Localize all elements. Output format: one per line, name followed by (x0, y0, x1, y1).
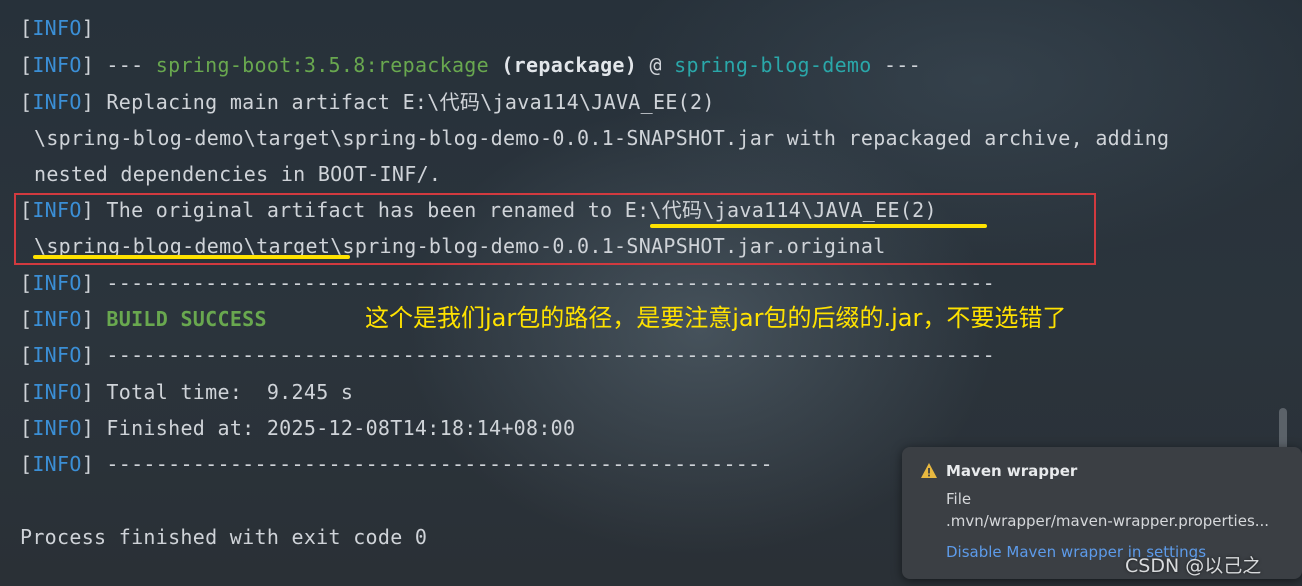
console-line: [INFO] --- spring-boot:3.5.8:repackage (… (20, 53, 921, 77)
console-line: nested dependencies in BOOT-INF/. (34, 162, 442, 186)
console-line: [INFO] Total time: 9.245 s (20, 380, 354, 404)
notification-message: File (946, 490, 972, 508)
console-line: [INFO] ---------------------------------… (20, 343, 995, 367)
console-line: [INFO] BUILD SUCCESS (20, 307, 267, 331)
warning-icon (921, 463, 937, 478)
path-underline (650, 224, 987, 228)
notification-file-path: .mvn/wrapper/maven-wrapper.properties... (946, 512, 1270, 530)
console-line: [INFO] ---------------------------------… (20, 452, 773, 476)
console-line: [INFO] ---------------------------------… (20, 271, 995, 295)
annotation-text: 这个是我们jar包的路径，是要注意jar包的后缀的.jar，不要选错了 (365, 304, 1067, 332)
csdn-watermark: CSDN @以己之 (1125, 555, 1262, 577)
exit-code-line: Process finished with exit code 0 (20, 525, 428, 549)
path-underline (33, 255, 350, 259)
console-line: [INFO] (20, 16, 95, 40)
console-line: \spring-blog-demo\target\spring-blog-dem… (34, 126, 1170, 150)
notification-title: Maven wrapper (946, 462, 1078, 480)
console-line: [INFO] Finished at: 2025-12-08T14:18:14+… (20, 416, 576, 440)
console-line: [INFO] Replacing main artifact E:\代码\jav… (20, 90, 715, 114)
